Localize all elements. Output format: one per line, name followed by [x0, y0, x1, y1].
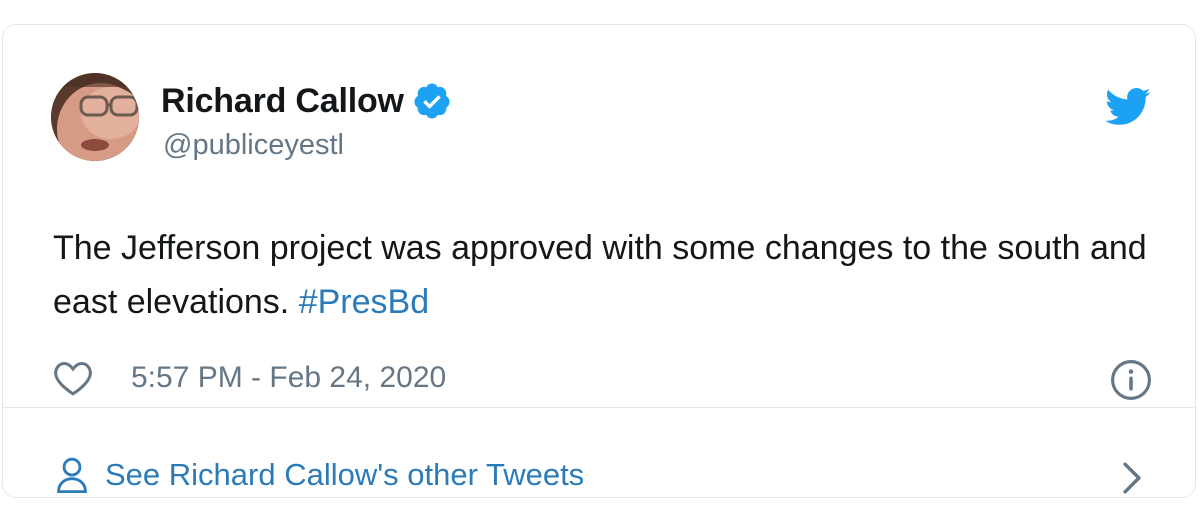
tweet-card[interactable]: Richard Callow @publiceyestl The Jeffers…: [2, 24, 1196, 498]
tweet-text: The Jefferson project was approved with …: [53, 221, 1153, 329]
twitter-bird-icon[interactable]: [1105, 87, 1151, 127]
person-icon: [57, 457, 87, 494]
avatar[interactable]: [51, 73, 139, 161]
info-icon[interactable]: [1110, 359, 1152, 401]
see-other-tweets-link[interactable]: See Richard Callow's other Tweets: [55, 453, 584, 497]
author-name-row[interactable]: Richard Callow: [161, 79, 452, 123]
see-other-tweets-label[interactable]: See Richard Callow's other Tweets: [105, 457, 584, 493]
author-name[interactable]: Richard Callow: [161, 82, 404, 121]
hashtag-link[interactable]: #PresBd: [299, 283, 429, 321]
author-handle[interactable]: @publiceyestl: [163, 129, 344, 162]
tweet-body: The Jefferson project was approved with …: [53, 229, 1147, 321]
tweet-meta: 5:57 PM - Feb 24, 2020: [53, 355, 446, 401]
tweet-timestamp[interactable]: 5:57 PM - Feb 24, 2020: [131, 361, 446, 395]
divider: [3, 407, 1195, 408]
chevron-right-icon[interactable]: [1119, 459, 1145, 497]
heart-icon[interactable]: [53, 359, 93, 397]
verified-badge-icon: [414, 83, 450, 119]
